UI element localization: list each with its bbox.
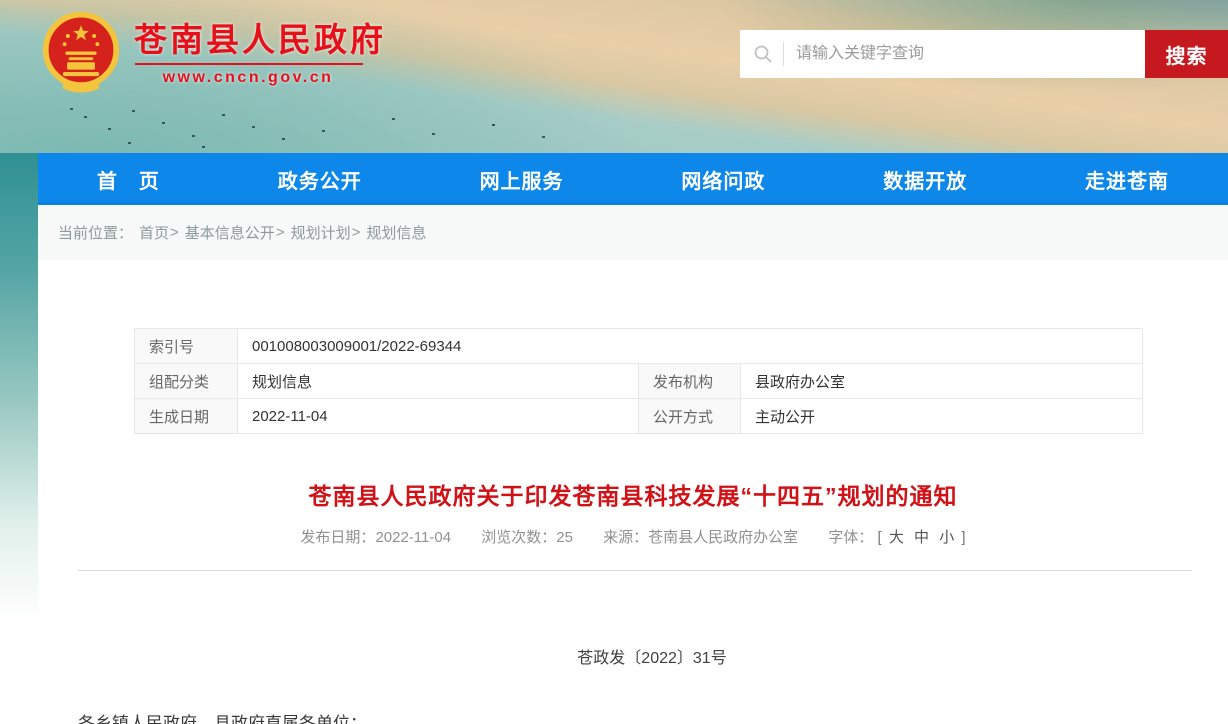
search-input[interactable] [796, 31, 1145, 77]
breadcrumb-item-plan-info[interactable]: 规划信息 [366, 222, 426, 243]
disclosure-method-label: 公开方式 [639, 399, 741, 434]
article-body-opening: 各乡镇人民政府，县政府直属各单位： [78, 709, 367, 724]
publish-date: 发布日期：2022-11-04 [300, 529, 451, 546]
document-number: 苍政发〔2022〕31号 [57, 644, 1228, 668]
table-row: 组配分类 规划信息 发布机构 县政府办公室 [135, 364, 1143, 399]
font-size-label: 字体： [828, 529, 873, 546]
bracket-open: [ [878, 529, 882, 546]
source: 来源：苍南县人民政府办公室 [603, 529, 798, 546]
breadcrumb: 当前位置： 首页 > 基本信息公开 > 规划计划 > 规划信息 [38, 205, 1228, 260]
created-date-value: 2022-11-04 [238, 399, 639, 434]
nav-item-about-cangnan[interactable]: 走进苍南 [1085, 165, 1169, 194]
breadcrumb-separator: > [170, 224, 179, 241]
breadcrumb-separator: > [352, 224, 361, 241]
font-size-medium-button[interactable]: 中 [914, 529, 929, 546]
main-nav: 首 页 政务公开 网上服务 网络问政 数据开放 走进苍南 [38, 153, 1228, 205]
nav-item-online-politics[interactable]: 网络问政 [681, 165, 765, 194]
national-emblem-icon [40, 10, 122, 98]
site-url: www.cncn.gov.cn [134, 69, 362, 87]
category-value: 规划信息 [238, 364, 639, 399]
banner-boats-decor [70, 108, 73, 110]
breadcrumb-item-plans[interactable]: 规划计划 [291, 222, 351, 243]
document-info-table: 索引号 001008003009001/2022-69344 组配分类 规划信息… [134, 328, 1143, 434]
agency-value: 县政府办公室 [741, 364, 1143, 399]
site-name: 苍南县人民政府 [134, 22, 386, 58]
search-box [740, 30, 1145, 78]
table-row: 索引号 001008003009001/2022-69344 [135, 329, 1143, 364]
agency-label: 发布机构 [639, 364, 741, 399]
breadcrumb-separator: > [276, 224, 285, 241]
breadcrumb-item-basic-info[interactable]: 基本信息公开 [185, 222, 275, 243]
disclosure-method-value: 主动公开 [741, 399, 1143, 434]
search-icon [753, 44, 773, 64]
font-size-small-button[interactable]: 小 [939, 529, 954, 546]
article-title: 苍南县人民政府关于印发苍南县科技发展“十四五”规划的通知 [38, 477, 1228, 511]
article-meta: 发布日期：2022-11-04 浏览次数：25 来源：苍南县人民政府办公室 字体… [38, 526, 1228, 547]
nav-item-open-data[interactable]: 数据开放 [883, 165, 967, 194]
left-gradient-decor [0, 153, 38, 623]
page: 苍南县人民政府 www.cncn.gov.cn 搜索 首 页 政务公开 网上服务… [0, 0, 1228, 724]
nav-item-home[interactable]: 首 页 [97, 165, 160, 194]
site-logo[interactable]: 苍南县人民政府 www.cncn.gov.cn [40, 10, 386, 98]
search-divider [783, 42, 784, 66]
nav-item-online-services[interactable]: 网上服务 [480, 165, 564, 194]
header-banner: 苍南县人民政府 www.cncn.gov.cn 搜索 [0, 0, 1228, 153]
created-date-label: 生成日期 [135, 399, 238, 434]
category-label: 组配分类 [135, 364, 238, 399]
view-count: 浏览次数：25 [481, 529, 573, 546]
search-button[interactable]: 搜索 [1145, 30, 1228, 78]
font-size-large-button[interactable]: 大 [889, 529, 904, 546]
breadcrumb-item-home[interactable]: 首页 [139, 222, 169, 243]
index-number-value: 001008003009001/2022-69344 [238, 329, 1143, 364]
font-size-control: 字体： [ 大 中 小 ] [828, 529, 965, 546]
site-name-underline [135, 63, 363, 65]
index-number-label: 索引号 [135, 329, 238, 364]
content-divider [78, 570, 1192, 571]
nav-item-gov-disclosure[interactable]: 政务公开 [278, 165, 362, 194]
breadcrumb-prefix: 当前位置： [58, 222, 133, 243]
table-row: 生成日期 2022-11-04 公开方式 主动公开 [135, 399, 1143, 434]
bracket-close: ] [961, 529, 965, 546]
search-bar: 搜索 [740, 30, 1228, 78]
